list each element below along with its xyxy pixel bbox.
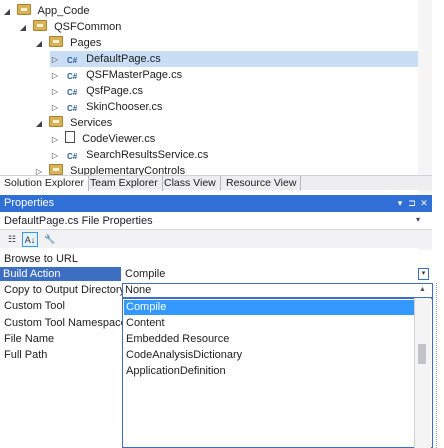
tree-node-qsfmasterpage[interactable]: ▷ C# QSFMasterPage.cs <box>50 67 182 83</box>
page-file-icon <box>65 131 76 143</box>
properties-title: Properties <box>4 197 55 209</box>
tree-node-qsfpage[interactable]: ▷ C# QsfPage.cs <box>50 83 143 99</box>
copy-to-output-value[interactable] <box>122 283 433 298</box>
folder-icon <box>49 116 64 127</box>
tree-node-qsfcommon[interactable]: ◢ QSFCommon <box>18 19 121 35</box>
folder-icon <box>49 164 64 175</box>
tab-class-view[interactable]: Class View <box>160 176 221 191</box>
property-name: Build Action <box>0 267 121 281</box>
csharp-file-icon: C# <box>66 104 78 113</box>
expand-arrow-icon[interactable]: ▷ <box>50 132 60 148</box>
csharp-file-icon: C# <box>66 56 78 65</box>
expand-arrow-icon[interactable]: ▷ <box>50 68 60 84</box>
tab-solution-explorer[interactable]: Solution Explorer <box>0 176 89 191</box>
tree-node-supplementarycontrols[interactable]: ▷ SupplementaryControls <box>34 163 185 175</box>
expand-arrow-icon[interactable]: ▷ <box>50 84 60 100</box>
tree-node-label: SearchResultsService.cs <box>86 149 209 161</box>
property-pages-icon[interactable]: 🔧 <box>42 232 58 247</box>
expand-arrow-icon[interactable]: ◢ <box>18 20 28 36</box>
tree-node-defaultpage[interactable]: ▷ C# DefaultPage.cs <box>50 51 418 67</box>
expand-arrow-icon[interactable]: ◢ <box>2 4 12 20</box>
build-action-dropdown[interactable]: Compile Content Embedded Resource CodeAn… <box>122 298 433 448</box>
combo-dropdown-button[interactable]: ▾ <box>418 268 429 280</box>
expand-arrow-icon[interactable]: ◢ <box>34 116 44 132</box>
csharp-file-icon: C# <box>66 72 78 81</box>
pin-icon[interactable]: ⊐ <box>406 196 418 210</box>
folder-icon <box>17 4 32 15</box>
tab-team-explorer[interactable]: Team Explorer <box>86 176 163 191</box>
property-name: Custom Tool <box>4 300 65 312</box>
expand-arrow-icon[interactable]: ▷ <box>50 100 60 116</box>
tree-node-app-code[interactable]: ◢ App_Code <box>2 3 90 19</box>
object-type: File Properties <box>81 215 153 227</box>
expand-arrow-icon[interactable]: ▷ <box>50 52 60 68</box>
tab-resource-view[interactable]: Resource View <box>222 176 302 191</box>
csharp-file-icon: C# <box>66 152 78 161</box>
property-row[interactable]: Browse to URL <box>0 252 432 266</box>
property-name: File Name <box>4 333 55 345</box>
object-file-name: DefaultPage.cs <box>4 215 79 227</box>
properties-toolbar: ☷ A↓ 🔧 <box>0 230 432 248</box>
property-value[interactable]: Compile <box>125 267 165 281</box>
dropdown-scrollbar[interactable] <box>414 298 431 448</box>
alphabetical-icon[interactable]: A↓ <box>22 232 38 247</box>
tree-node-label: CodeViewer.cs <box>82 133 156 145</box>
tree-node-label: DefaultPage.cs <box>86 53 161 65</box>
dropdown-option[interactable]: Compile <box>124 300 414 315</box>
tree-node-searchresultsservice[interactable]: ▷ C# SearchResultsService.cs <box>50 147 208 163</box>
tree-node-skinchooser[interactable]: ▷ C# SkinChooser.cs <box>50 99 163 115</box>
csharp-file-icon: C# <box>66 88 78 97</box>
tree-node-pages[interactable]: ◢ Pages <box>34 35 101 51</box>
dropdown-option[interactable]: Embedded Resource <box>124 332 414 347</box>
tree-node-codeviewer[interactable]: ▷ CodeViewer.cs <box>50 131 155 147</box>
dropdown-scroll-thumb[interactable] <box>418 344 426 364</box>
dropdown-option[interactable]: ApplicationDefinition <box>124 364 414 379</box>
property-name: Custom Tool Namespace <box>4 317 127 329</box>
categorized-icon[interactable]: ☷ <box>4 232 20 247</box>
property-name: Browse to URL <box>4 253 78 265</box>
folder-icon <box>49 36 64 47</box>
object-name: DefaultPage.cs File Properties <box>4 215 153 227</box>
property-name: Full Path <box>4 349 48 361</box>
expand-arrow-icon[interactable]: ▷ <box>50 148 60 164</box>
property-row-selected[interactable]: Build Action Compile <box>0 267 432 281</box>
property-name: Copy to Output Directory <box>4 284 126 296</box>
tree-node-label: SkinChooser.cs <box>86 101 163 113</box>
chevron-down-icon[interactable]: ▾ <box>416 215 420 224</box>
dropdown-option[interactable]: CodeAnalysisDictionary <box>124 348 414 363</box>
expand-arrow-icon[interactable]: ◢ <box>34 36 44 52</box>
tool-window-tabs: Solution Explorer Team Explorer Class Vi… <box>0 175 432 191</box>
dropdown-icon[interactable]: ▾ <box>394 196 406 210</box>
chevron-up-icon[interactable]: ▲ <box>419 286 426 293</box>
properties-title-bar: Properties ▾ ⊐ ✕ <box>0 195 432 212</box>
folder-icon <box>33 20 48 31</box>
tree-node-label: Pages <box>70 37 102 49</box>
close-icon[interactable]: ✕ <box>418 196 430 210</box>
tree-node-label: SupplementaryControls <box>70 165 186 175</box>
tree-node-label: QSFCommon <box>54 21 122 33</box>
tree-node-label: Services <box>70 117 113 129</box>
tree-node-services[interactable]: ◢ Services <box>34 115 112 131</box>
object-selector[interactable]: DefaultPage.cs File Properties ▾ <box>0 212 432 230</box>
tree-node-label: QSFMasterPage.cs <box>86 69 183 81</box>
dropdown-option[interactable]: Content <box>124 316 414 331</box>
property-value: None <box>125 284 152 296</box>
tree-node-label: App_Code <box>37 5 90 17</box>
tree-node-label: QsfPage.cs <box>86 85 143 97</box>
expand-arrow-icon[interactable]: ▷ <box>34 164 44 175</box>
